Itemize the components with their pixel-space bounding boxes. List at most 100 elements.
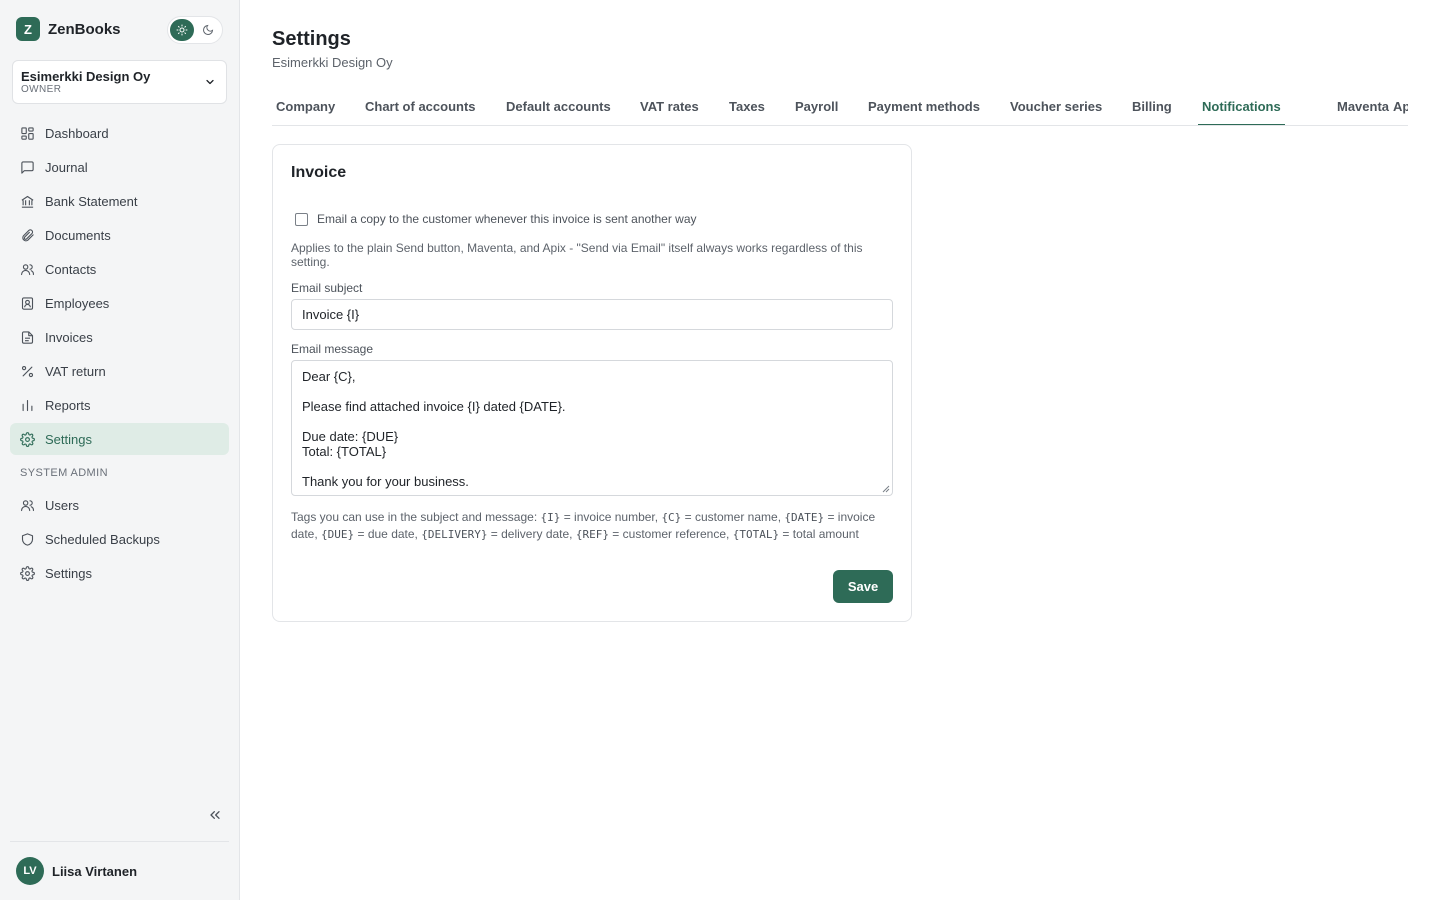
tags-intro: Tags you can use in the subject and mess… [291,510,541,524]
email-message-label: Email message [291,342,374,356]
email-subject-input[interactable]: Invoice {I} [291,299,893,330]
tag-code: {TOTAL} [732,528,780,541]
nav-item-vat-return[interactable]: VAT return [10,355,229,387]
nav-item-admin-settings[interactable]: Settings [10,557,229,589]
email-copy-label: Email a copy to the customer whenever th… [317,212,697,226]
chevrons-left-icon [210,811,220,819]
email-copy-help: Applies to the plain Send button, Mavent… [291,241,863,269]
message-line: Dear {C}, [302,369,356,384]
message-line: Please find attached invoice {I} dated {… [302,399,566,414]
nav-label: Bank Statement [45,193,138,209]
dark-mode-button[interactable] [196,19,220,41]
tag-code: {DELIVERY} [421,528,488,541]
tab-chart-of-accounts[interactable]: Chart of accounts [361,87,480,125]
nav-item-documents[interactable]: Documents [10,219,229,251]
resize-handle-icon[interactable] [882,485,890,493]
tab-payment-methods[interactable]: Payment methods [864,87,984,125]
message-line: Thank you for your business. [302,474,469,489]
card-title: Invoice [291,164,347,181]
tab-default-accounts[interactable]: Default accounts [502,87,615,125]
bar-chart-icon [22,399,33,411]
brand-name: ZenBooks [48,20,121,38]
tag-desc: = delivery date, [487,527,576,541]
user-menu[interactable]: LV Liisa Virtanen [10,841,229,900]
tag-code: {I} [540,511,561,524]
nav-section-system-admin: SYSTEM ADMIN [20,467,108,479]
tab-vat-rates[interactable]: VAT rates [636,87,703,125]
tag-code: {REF} [575,528,609,541]
nav-label: VAT return [45,363,106,379]
tab-company[interactable]: Company [272,87,339,125]
message-line [302,414,882,429]
brand-logo: Z [16,17,40,41]
gear-icon [20,565,35,581]
collapse-sidebar-button[interactable] [207,807,223,826]
tag-desc: = due date, [354,527,422,541]
tag-code: {DUE} [321,528,355,541]
nav-item-settings[interactable]: Settings [10,423,229,455]
message-line [302,384,882,399]
bank-icon [21,195,34,208]
user-name: Liisa Virtanen [52,863,138,879]
paperclip-icon [22,228,34,241]
nav-item-scheduled-backups[interactable]: Scheduled Backups [10,523,229,555]
organization-switcher[interactable]: Esimerkki Design Oy OWNER [12,60,227,104]
page-subtitle: Esimerkki Design Oy [272,55,393,70]
chat-icon [21,160,34,174]
org-name: Esimerkki Design Oy [21,69,151,84]
nav-label: Contacts [45,261,97,277]
brand[interactable]: Z ZenBooks [16,17,121,41]
tab-notifications[interactable]: Notifications [1198,87,1285,125]
tag-code: {C} [661,511,682,524]
nav-item-dashboard[interactable]: Dashboard [10,117,229,149]
tab-taxes[interactable]: Taxes [725,87,769,125]
nav-label: Dashboard [45,125,109,141]
nav-label: Journal [45,159,88,175]
nav-item-users[interactable]: Users [10,489,229,521]
nav-label: Reports [45,397,91,413]
nav-label: Users [45,497,79,513]
email-copy-option[interactable]: Email a copy to the customer whenever th… [295,212,697,226]
people-icon [21,499,34,511]
tag-desc: = customer name, [681,510,785,524]
tag-code: {DATE} [784,511,825,524]
document-icon [21,330,34,344]
nav-label: Settings [45,565,92,581]
id-badge-icon [21,296,34,310]
tab-billing[interactable]: Billing [1128,87,1176,125]
tab-apix[interactable]: Apix [1389,87,1408,125]
nav-label: Documents [45,227,111,243]
email-subject-label: Email subject [291,281,363,295]
nav-item-invoices[interactable]: Invoices [10,321,229,353]
tag-desc: = invoice number, [560,510,662,524]
tab-payroll[interactable]: Payroll [791,87,842,125]
tab-voucher-series[interactable]: Voucher series [1006,87,1106,125]
message-line: Total: {TOTAL} [302,444,387,459]
email-message-textarea[interactable]: Dear {C}, Please find attached invoice {… [291,360,893,496]
tag-desc: = total amount [779,527,859,541]
email-copy-checkbox[interactable] [295,212,308,226]
light-mode-button[interactable] [170,19,194,41]
sidebar: Z ZenBooks Esimerkki Design Oy OWNER Das… [0,0,240,900]
nav-item-employees[interactable]: Employees [10,287,229,319]
message-line: Due date: {DUE} [302,429,399,444]
save-button[interactable]: Save [833,570,893,603]
sun-icon [176,24,188,36]
avatar: LV [16,857,44,885]
nav-label: Settings [45,431,92,447]
nav-item-bank-statement[interactable]: Bank Statement [10,185,229,217]
tab-maventa[interactable]: Maventa [1333,87,1393,125]
nav-label: Employees [45,295,110,311]
nav-item-reports[interactable]: Reports [10,389,229,421]
moon-icon [203,24,214,35]
percent-icon [21,365,34,377]
dashboard-icon [21,126,34,140]
page-title: Settings [272,28,351,50]
gear-icon [20,431,35,447]
nav-item-journal[interactable]: Journal [10,151,229,183]
nav-label: Scheduled Backups [45,531,160,547]
nav-item-contacts[interactable]: Contacts [10,253,229,285]
nav-label: Invoices [45,329,93,345]
settings-tabs: Company Chart of accounts Default accoun… [272,87,1408,126]
theme-toggle [167,16,223,44]
